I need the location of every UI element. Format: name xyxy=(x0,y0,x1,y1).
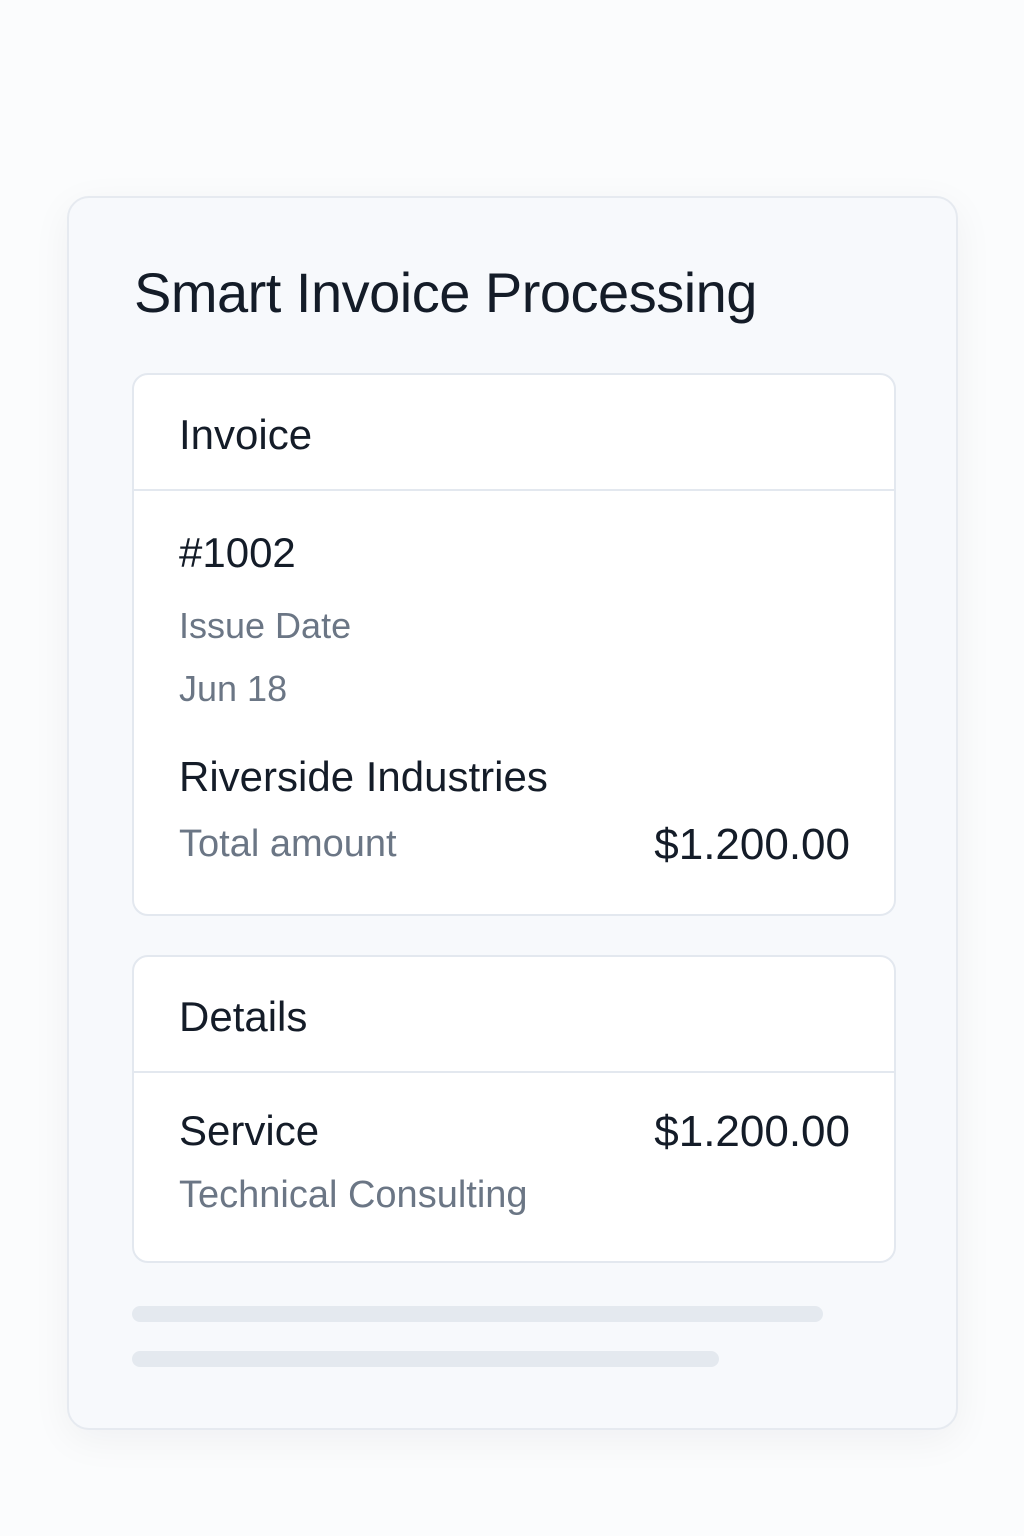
issue-date-label: Issue Date xyxy=(179,605,352,646)
service-label: Service xyxy=(179,1107,320,1154)
service-amount: $1.200.00 xyxy=(654,1107,850,1156)
total-amount-label: Total amount xyxy=(179,823,397,865)
invoice-panel-header: Invoice xyxy=(134,375,894,491)
invoice-card: Smart Invoice Processing Invoice #1002 I… xyxy=(67,196,958,1430)
skeleton-line-long xyxy=(132,1306,823,1322)
invoice-number: #1002 xyxy=(179,529,296,576)
skeleton-line-short xyxy=(132,1351,719,1367)
invoice-panel: Invoice #1002 Issue Date Jun 18 Riversid… xyxy=(132,373,896,916)
client-name: Riverside Industries xyxy=(179,753,548,800)
details-header-label: Details xyxy=(179,993,308,1040)
issue-date-value: Jun 18 xyxy=(179,668,288,709)
invoice-header-label: Invoice xyxy=(179,411,313,458)
page-title: Smart Invoice Processing xyxy=(134,261,757,324)
service-description: Technical Consulting xyxy=(179,1174,528,1216)
details-panel: Details Service $1.200.00 Technical Cons… xyxy=(132,955,896,1263)
total-amount-value: $1.200.00 xyxy=(654,820,850,869)
details-panel-header: Details xyxy=(134,957,894,1073)
